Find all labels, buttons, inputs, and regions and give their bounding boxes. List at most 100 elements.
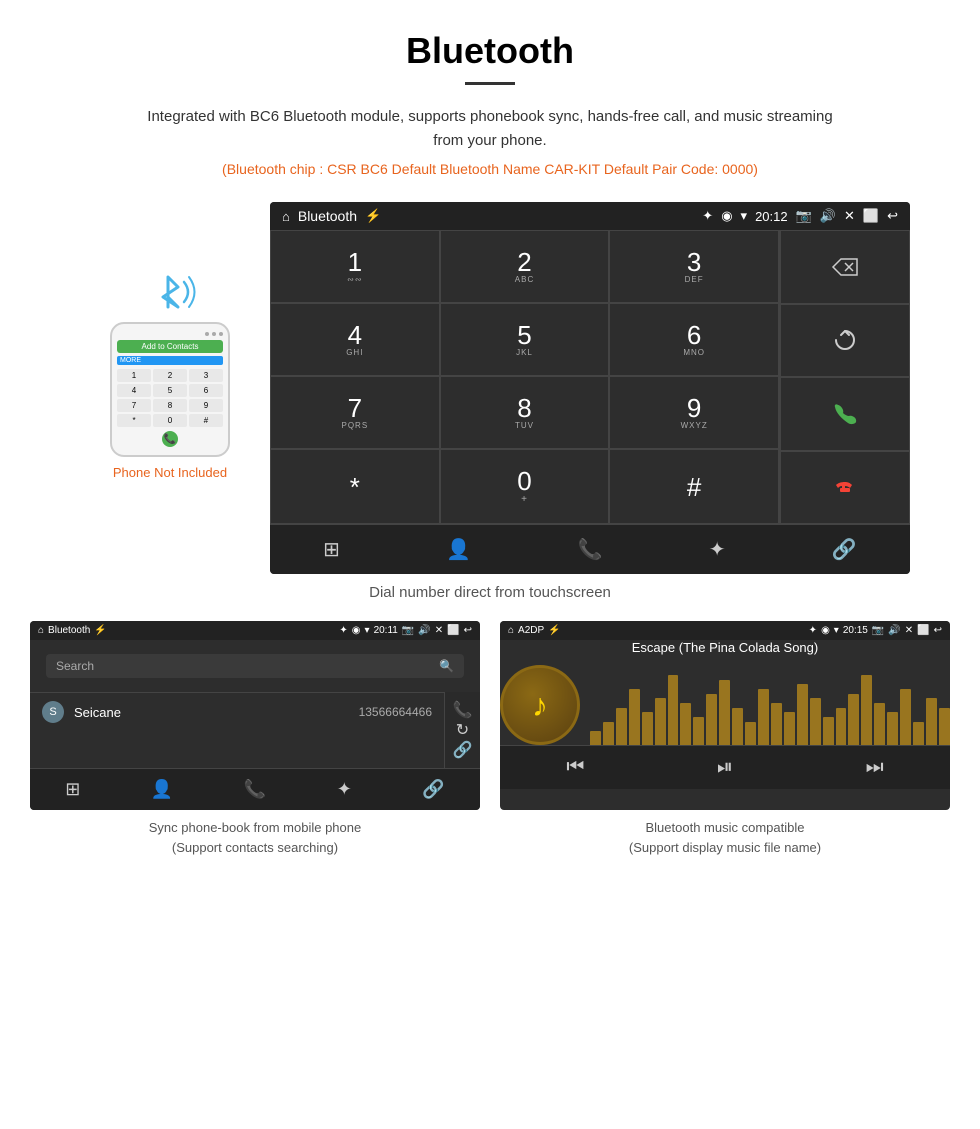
dial-key-hash[interactable]: # (609, 449, 779, 524)
visualizer-bar (590, 731, 601, 745)
dial-status-bar: ⌂ Bluetooth ⚡ ✦ ◉ ▾ 20:12 📷 🔊 ✕ ⬜ ↩ (270, 202, 910, 230)
next-track-button[interactable]: ⏭ (866, 756, 884, 779)
music-usb-icon: ⚡ (548, 625, 560, 636)
phonebook-screen-wrap: ⌂ Bluetooth ⚡ ✦ ◉ ▾ 20:11 📷 🔊 ✕ ⬜ ↩ (30, 621, 480, 857)
music-close-icon[interactable]: ✕ (905, 625, 913, 636)
music-vol-icon: 🔊 (888, 625, 900, 636)
bottom-screens-section: ⌂ Bluetooth ⚡ ✦ ◉ ▾ 20:11 📷 🔊 ✕ ⬜ ↩ (0, 621, 980, 857)
refresh-button[interactable] (780, 304, 910, 378)
contacts-icon[interactable]: 👤 (446, 537, 471, 562)
visualizer-bar (655, 698, 666, 745)
pb-home-icon[interactable]: ⌂ (38, 625, 44, 636)
visualizer-bar (732, 708, 743, 745)
music-location-icon: ◉ (821, 625, 830, 636)
volume-icon: 🔊 (820, 208, 836, 224)
visualizer-bar (848, 694, 859, 745)
pb-link-icon[interactable]: 🔗 (453, 740, 473, 760)
music-wifi-icon: ▾ (834, 625, 839, 636)
visualizer-bar (603, 722, 614, 745)
visualizer-bar (629, 689, 640, 745)
visualizer-bar (810, 698, 821, 745)
pb-window-icon[interactable]: ⬜ (447, 625, 459, 636)
home-icon[interactable]: ⌂ (282, 209, 290, 224)
dial-right-panel (780, 230, 910, 524)
dial-key-3[interactable]: 3DEF (609, 230, 779, 303)
visualizer-bar (823, 717, 834, 745)
wifi-icon: ▾ (741, 208, 748, 224)
visualizer-bar (836, 708, 847, 745)
pb-time: 20:11 (374, 625, 398, 636)
visualizer-bar (758, 689, 769, 745)
bluetooth-icon[interactable]: ✦ (709, 537, 726, 562)
contact-item-seicane[interactable]: S Seicane 13566664466 (30, 692, 444, 731)
dial-key-9[interactable]: 9WXYZ (609, 376, 779, 449)
pb-close-icon[interactable]: ✕ (435, 625, 443, 636)
dial-key-7[interactable]: 7PQRS (270, 376, 440, 449)
contact-name: Seicane (74, 705, 359, 720)
pb-location-icon: ◉ (352, 625, 361, 636)
phonebook-bottom-bar: ⊞ 👤 📞 ✦ 🔗 (30, 768, 480, 810)
phonebook-search-bar[interactable]: Search 🔍 (46, 654, 464, 678)
back-icon[interactable]: ↩ (887, 208, 898, 224)
music-status-bar: ⌂ A2DP ⚡ ✦ ◉ ▾ 20:15 📷 🔊 ✕ ⬜ ↩ (500, 621, 950, 640)
specs-text: (Bluetooth chip : CSR BC6 Default Blueto… (0, 161, 980, 177)
visualizer-bar (616, 708, 627, 745)
pb-keypad-icon[interactable]: ⊞ (65, 779, 80, 800)
dial-key-8[interactable]: 8TUV (440, 376, 610, 449)
backspace-button[interactable] (780, 230, 910, 304)
visualizer-bar (771, 703, 782, 745)
pb-call-icon[interactable]: 📞 (453, 700, 473, 720)
pb-back-icon[interactable]: ↩ (464, 625, 472, 636)
car-dial-screen: ⌂ Bluetooth ⚡ ✦ ◉ ▾ 20:12 📷 🔊 ✕ ⬜ ↩ 1∾ (270, 202, 910, 574)
dial-key-6[interactable]: 6MNO (609, 303, 779, 376)
end-call-button[interactable] (780, 451, 910, 525)
dial-key-2[interactable]: 2ABC (440, 230, 610, 303)
bt-status-icon: ✦ (702, 208, 713, 224)
music-controls: ⏮ ⏯ ⏭ (500, 745, 950, 789)
visualizer-bar (745, 722, 756, 745)
visualizer-bar (900, 689, 911, 745)
music-bt-icon: ✦ (809, 625, 817, 636)
close-icon[interactable]: ✕ (844, 208, 855, 224)
call-button[interactable] (780, 377, 910, 451)
phone-icon[interactable]: 📞 (578, 537, 603, 562)
visualizer-bar (642, 712, 653, 745)
pb-contacts-active-icon[interactable]: 👤 (151, 779, 173, 800)
phonebook-right-icons: 📞 ↻ 🔗 (444, 692, 480, 768)
dial-key-0[interactable]: 0+ (440, 449, 610, 524)
dialpad-keys: 1∾∾ 2ABC 3DEF 4GHI 5JKL 6MNO (270, 230, 780, 524)
dial-screen-title: Bluetooth (298, 208, 357, 224)
visualizer-bar (668, 675, 679, 745)
music-screen-title: A2DP (518, 625, 544, 636)
pb-bluetooth-icon[interactable]: ✦ (337, 779, 352, 800)
music-home-icon[interactable]: ⌂ (508, 625, 514, 636)
dial-key-5[interactable]: 5JKL (440, 303, 610, 376)
music-visualizer (590, 665, 950, 745)
dialpad-bottom-bar: ⊞ 👤 📞 ✦ 🔗 (270, 524, 910, 574)
music-window-icon[interactable]: ⬜ (917, 625, 929, 636)
pb-vol-icon: 🔊 (418, 625, 430, 636)
pb-phone-icon[interactable]: 📞 (244, 779, 266, 800)
keypad-icon[interactable]: ⊞ (323, 537, 340, 562)
pb-link2-icon[interactable]: 🔗 (422, 779, 444, 800)
music-car-screen: ⌂ A2DP ⚡ ✦ ◉ ▾ 20:15 📷 🔊 ✕ ⬜ ↩ Escape (T (500, 621, 950, 810)
pb-wifi-icon: ▾ (365, 625, 370, 636)
dial-key-star[interactable]: * (270, 449, 440, 524)
pb-refresh-icon[interactable]: ↻ (456, 720, 469, 740)
phonebook-caption: Sync phone-book from mobile phone(Suppor… (30, 818, 480, 857)
dial-key-4[interactable]: 4GHI (270, 303, 440, 376)
pb-screen-title: Bluetooth (48, 625, 90, 636)
contact-avatar-s: S (42, 701, 64, 723)
play-pause-button[interactable]: ⏯ (717, 756, 733, 779)
phonebook-body: S Seicane 13566664466 📞 ↻ 🔗 (30, 692, 480, 768)
prev-track-button[interactable]: ⏮ (566, 756, 584, 779)
phone-not-included-label: Phone Not Included (113, 465, 227, 480)
link-icon[interactable]: 🔗 (832, 537, 857, 562)
phone-keypad: 123 456 789 *0# (117, 369, 223, 427)
music-back-icon[interactable]: ↩ (934, 625, 942, 636)
description-text: Integrated with BC6 Bluetooth module, su… (140, 105, 840, 153)
dial-key-1[interactable]: 1∾∾ (270, 230, 440, 303)
album-art: ♪ (500, 665, 580, 745)
window-icon[interactable]: ⬜ (863, 208, 879, 224)
visualizer-bar (874, 703, 885, 745)
